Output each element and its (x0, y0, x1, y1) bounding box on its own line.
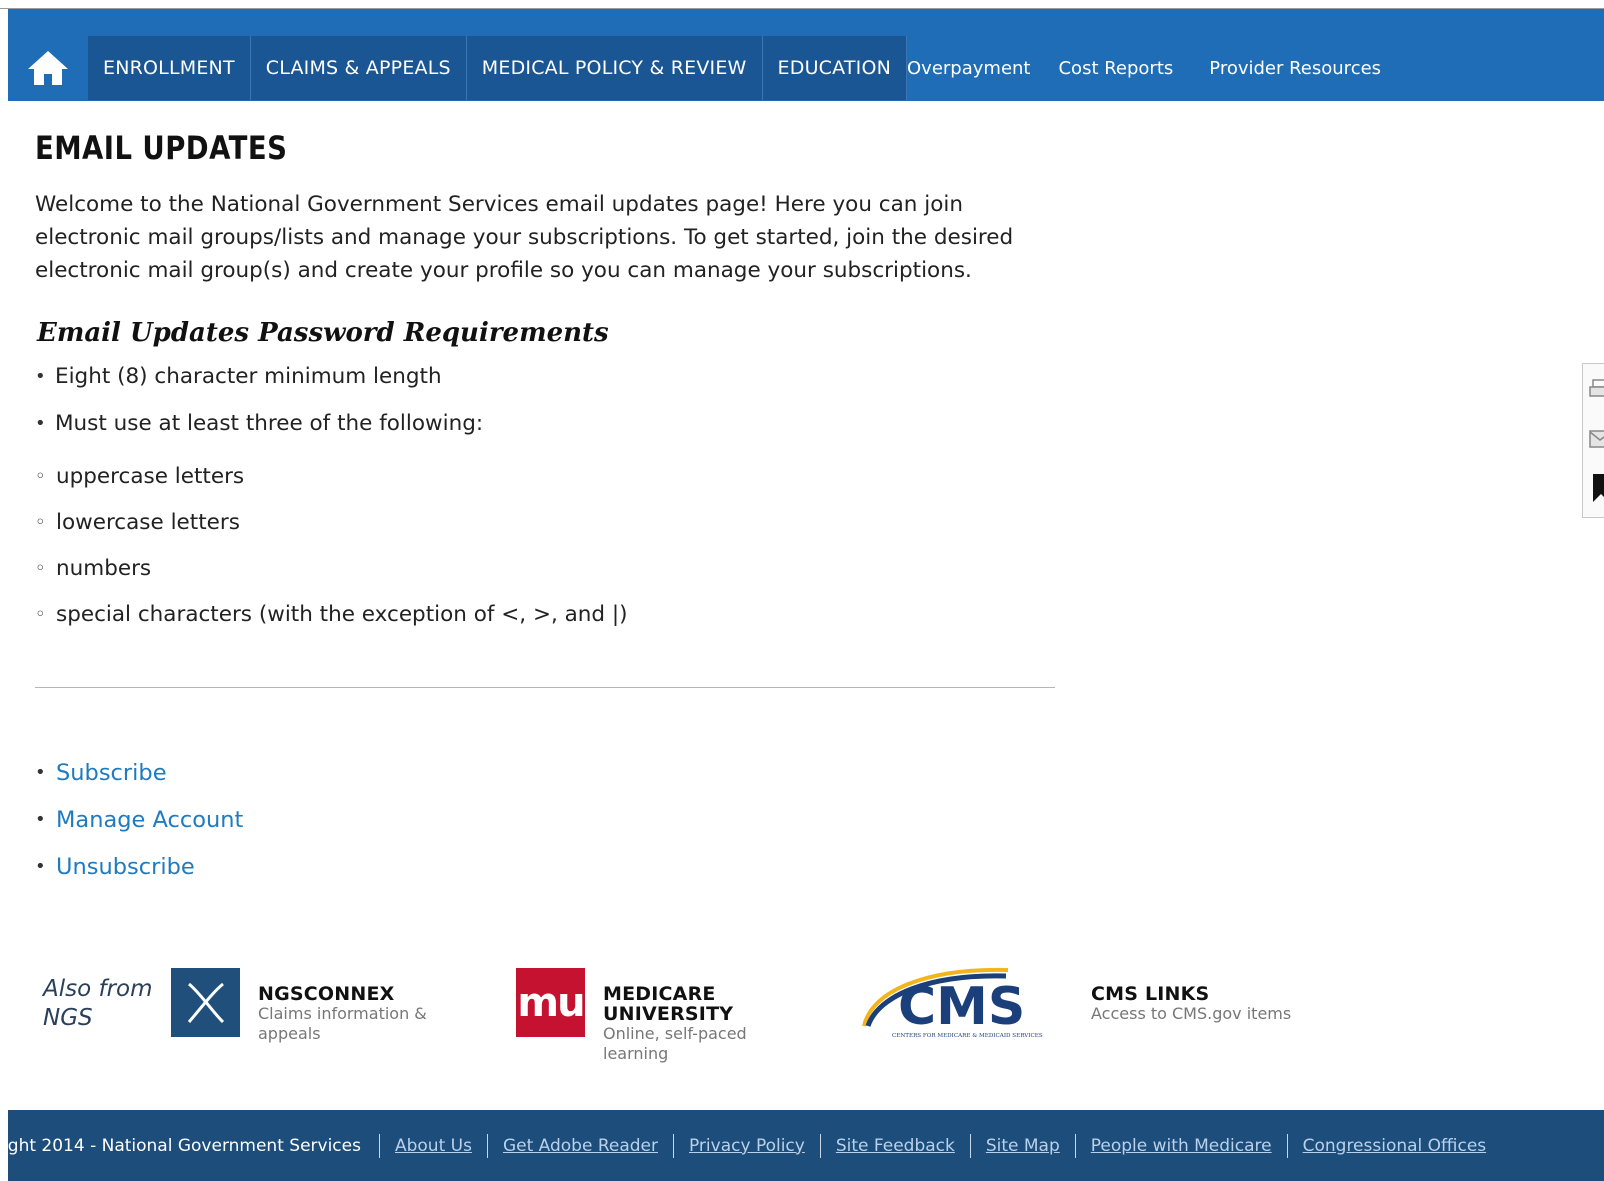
intro-paragraph: Welcome to the National Government Servi… (35, 192, 1014, 283)
ngsconnex-desc: Claims information & appeals (258, 1004, 427, 1043)
home-icon (28, 51, 68, 85)
cms-logo[interactable]: CMS CENTERS FOR MEDICARE & MEDICAID SERV… (858, 962, 1066, 1040)
subscription-links: Subscribe Manage Account Unsubscribe (35, 757, 243, 898)
nav-claims-appeals[interactable]: CLAIMS & APPEALS (250, 36, 467, 100)
footer-copyright: yright 2014 - National Government Servic… (8, 1135, 361, 1156)
list-item: Unsubscribe (35, 851, 243, 883)
medicare-university-logo[interactable]: mu (516, 968, 586, 1037)
list-item: lowercase letters (35, 507, 1055, 538)
ngsconnex-title: NGSCONNEX (258, 983, 395, 1005)
page-tools (1582, 363, 1604, 518)
footer-site-feedback-link[interactable]: Site Feedback (819, 1133, 970, 1158)
medicare-university-promo[interactable]: MEDICARE UNIVERSITY Online, self-paced l… (603, 984, 773, 1064)
nav-enrollment[interactable]: ENROLLMENT (88, 36, 251, 100)
footer-about-us-link[interactable]: About Us (378, 1133, 487, 1158)
also-from-ngs-label: Also from NGS (43, 976, 153, 1031)
password-requirements-heading: Email Updates Password Requirements (37, 318, 609, 348)
ngsconnex-logo[interactable] (171, 968, 240, 1037)
email-icon[interactable] (1589, 428, 1604, 450)
cms-links-desc: Access to CMS.gov items (1091, 1004, 1292, 1023)
list-item: Eight (8) character minimum length (35, 361, 1055, 392)
cms-links-promo[interactable]: CMS LINKS Access to CMS.gov items (1091, 984, 1321, 1024)
nav-medical-policy-review[interactable]: MEDICAL POLICY & REVIEW (466, 36, 763, 100)
ngsconnex-promo[interactable]: NGSCONNEX Claims information & appeals (258, 984, 448, 1044)
window-top-border (0, 0, 1604, 9)
medicare-university-desc: Online, self-paced learning (603, 1024, 747, 1063)
primary-nav: ENROLLMENT CLAIMS & APPEALS MEDICAL POLI… (88, 36, 908, 100)
nav-overpayment[interactable]: Overpayment (907, 58, 1030, 79)
subscribe-link[interactable]: Subscribe (56, 760, 167, 786)
content-divider (35, 687, 1055, 688)
secondary-nav: Overpayment Cost Reports Provider Resour… (907, 36, 1409, 100)
medicare-university-title: MEDICARE UNIVERSITY (603, 983, 734, 1025)
page-title: EMAIL UPDATES (35, 129, 288, 167)
home-link[interactable] (8, 36, 88, 100)
list-item: numbers (35, 553, 1055, 584)
list-item: Must use at least three of the following… (35, 408, 1055, 630)
list-item: Subscribe (35, 757, 243, 789)
footer-people-with-medicare-link[interactable]: People with Medicare (1074, 1133, 1287, 1158)
footer-privacy-policy-link[interactable]: Privacy Policy (672, 1133, 820, 1158)
requirements-list: Eight (8) character minimum length Must … (35, 361, 1055, 630)
footer-site-map-link[interactable]: Site Map (969, 1133, 1075, 1158)
footer-congressional-offices-link[interactable]: Congressional Offices (1286, 1133, 1502, 1158)
mu-logo-text: mu (517, 979, 585, 1026)
nav-provider-resources[interactable]: Provider Resources (1209, 58, 1381, 79)
main-navigation: ENROLLMENT CLAIMS & APPEALS MEDICAL POLI… (8, 9, 1604, 101)
ngsconnex-x-icon (187, 982, 224, 1023)
unsubscribe-link[interactable]: Unsubscribe (56, 854, 195, 880)
list-item-label: Must use at least three of the following… (55, 411, 484, 436)
main-content: EMAIL UPDATES Welcome to the National Go… (35, 120, 1055, 646)
sub-requirements-list: uppercase letters lowercase letters numb… (35, 461, 1055, 630)
list-item: special characters (with the exception o… (35, 599, 1055, 630)
cms-swoosh-icon: CMS CENTERS FOR MEDICARE & MEDICAID SERV… (862, 967, 1043, 1039)
cms-logo-subtext: CENTERS FOR MEDICARE & MEDICAID SERVICES (892, 1033, 1043, 1039)
bookmark-icon[interactable] (1591, 474, 1604, 504)
footer: yright 2014 - National Government Servic… (8, 1110, 1604, 1181)
nav-cost-reports[interactable]: Cost Reports (1058, 58, 1173, 79)
cms-links-title: CMS LINKS (1091, 983, 1210, 1005)
list-item: uppercase letters (35, 461, 1055, 492)
footer-adobe-reader-link[interactable]: Get Adobe Reader (486, 1133, 673, 1158)
print-icon[interactable] (1589, 378, 1604, 400)
cms-logo-text: CMS (898, 977, 1025, 1037)
manage-account-link[interactable]: Manage Account (56, 807, 243, 833)
nav-education[interactable]: EDUCATION (762, 36, 908, 100)
list-item: Manage Account (35, 804, 243, 836)
